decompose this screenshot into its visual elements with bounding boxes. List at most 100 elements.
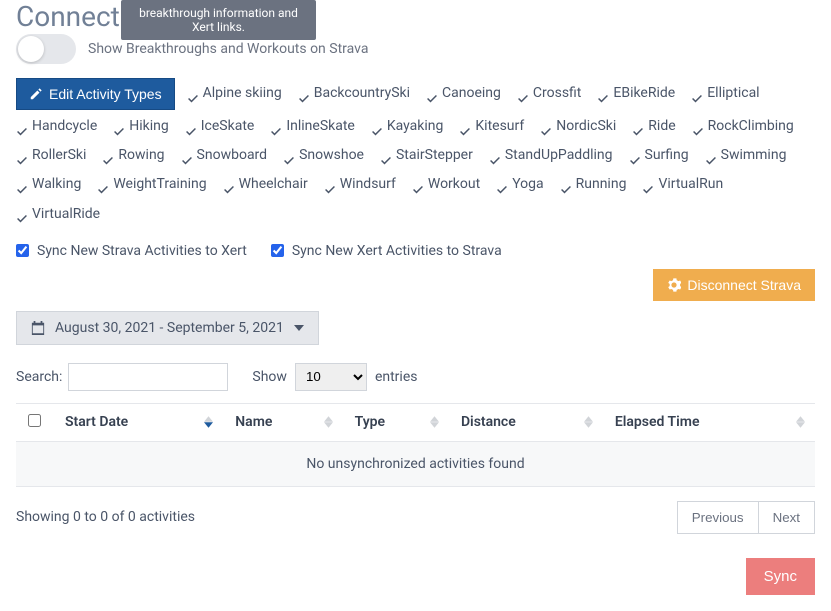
- activity-type-item: StandUpPaddling: [489, 143, 613, 168]
- check-icon: [187, 88, 199, 100]
- activity-type-item: Crossfit: [517, 81, 582, 106]
- entries-select[interactable]: 10: [295, 363, 367, 391]
- col-name[interactable]: Name: [223, 403, 342, 441]
- activity-type-item: Windsurf: [324, 172, 396, 197]
- activity-type-label: Alpine skiing: [203, 81, 282, 106]
- check-icon: [632, 121, 644, 133]
- activity-type-label: Walking: [32, 172, 81, 197]
- show-breakthroughs-toggle[interactable]: [16, 34, 76, 64]
- empty-state-text: No unsynchronized activities found: [16, 441, 815, 486]
- activity-type-label: NordicSki: [556, 114, 616, 139]
- activity-type-item: Elliptical: [691, 81, 759, 106]
- check-icon: [629, 150, 641, 162]
- check-icon: [412, 179, 424, 191]
- sort-icon: [324, 416, 333, 428]
- activity-type-label: EBikeRide: [613, 81, 675, 106]
- check-icon: [97, 179, 109, 191]
- sync-to-strava-checkbox[interactable]: [271, 244, 284, 257]
- activity-type-label: BackcountrySki: [314, 81, 410, 106]
- entries-suffix: entries: [375, 369, 418, 385]
- next-button[interactable]: Next: [759, 501, 815, 534]
- check-icon: [705, 150, 717, 162]
- empty-state-row: No unsynchronized activities found: [16, 441, 815, 486]
- sort-icon: [584, 416, 593, 428]
- activity-type-label: VirtualRide: [32, 202, 100, 227]
- edit-button-label: Edit Activity Types: [49, 86, 162, 102]
- activity-type-item: Handcycle: [16, 114, 97, 139]
- activity-type-item: Kitesurf: [459, 114, 524, 139]
- activity-type-label: Handcycle: [32, 114, 97, 139]
- activity-type-label: Surfing: [645, 143, 689, 168]
- activity-type-item: RollerSki: [16, 143, 86, 168]
- edit-icon: [29, 87, 43, 101]
- sync-to-xert-check[interactable]: Sync New Strava Activities to Xert: [16, 243, 247, 259]
- activity-type-item: Snowshoe: [283, 143, 364, 168]
- check-icon: [496, 179, 508, 191]
- check-icon: [426, 88, 438, 100]
- check-icon: [16, 121, 28, 133]
- activity-type-label: Kayaking: [387, 114, 444, 139]
- check-icon: [283, 150, 295, 162]
- activity-type-item: Kayaking: [371, 114, 444, 139]
- activity-type-label: Workout: [428, 172, 480, 197]
- activity-type-item: StairStepper: [380, 143, 473, 168]
- activity-type-item: Swimming: [705, 143, 787, 168]
- activity-type-item: Surfing: [629, 143, 689, 168]
- check-icon: [298, 88, 310, 100]
- check-icon: [459, 121, 471, 133]
- disconnect-strava-button[interactable]: Disconnect Strava: [653, 269, 815, 301]
- toggle-label: Show Breakthroughs and Workouts on Strav…: [88, 41, 368, 57]
- check-icon: [517, 88, 529, 100]
- activity-type-item: InlineSkate: [270, 114, 355, 139]
- activity-type-label: Running: [576, 172, 627, 197]
- check-icon: [181, 150, 193, 162]
- activity-type-label: StandUpPaddling: [505, 143, 613, 168]
- activity-type-item: Walking: [16, 172, 81, 197]
- check-icon: [692, 121, 704, 133]
- activity-type-label: Elliptical: [707, 81, 759, 106]
- sort-icon: [430, 416, 439, 428]
- col-distance[interactable]: Distance: [449, 403, 603, 441]
- activity-type-item: VirtualRide: [16, 202, 100, 227]
- activity-type-label: IceSkate: [201, 114, 255, 139]
- calendar-icon: [31, 321, 45, 335]
- sync-to-xert-label: Sync New Strava Activities to Xert: [37, 243, 247, 259]
- activity-type-label: Snowshoe: [299, 143, 364, 168]
- check-icon: [371, 121, 383, 133]
- activity-type-label: Rowing: [118, 143, 164, 168]
- activity-type-label: Ride: [648, 114, 675, 139]
- activity-type-item: NordicSki: [540, 114, 616, 139]
- activity-type-label: Kitesurf: [475, 114, 524, 139]
- date-range-text: August 30, 2021 - September 5, 2021: [55, 320, 284, 336]
- activity-type-item: Snowboard: [181, 143, 268, 168]
- check-icon: [642, 179, 654, 191]
- check-icon: [16, 150, 28, 162]
- activity-type-item: Canoeing: [426, 81, 501, 106]
- date-range-picker[interactable]: August 30, 2021 - September 5, 2021: [16, 311, 319, 345]
- sync-to-strava-check[interactable]: Sync New Xert Activities to Strava: [271, 243, 502, 259]
- activity-type-label: Yoga: [512, 172, 543, 197]
- activity-type-item: Rowing: [102, 143, 164, 168]
- activity-type-label: StairStepper: [396, 143, 473, 168]
- search-input[interactable]: [68, 363, 228, 391]
- activity-type-label: Wheelchair: [239, 172, 308, 197]
- sync-button[interactable]: Sync: [746, 558, 815, 595]
- activity-type-label: Hiking: [129, 114, 168, 139]
- col-type[interactable]: Type: [343, 403, 449, 441]
- activity-type-label: Swimming: [721, 143, 787, 168]
- check-icon: [540, 121, 552, 133]
- gear-icon: [667, 278, 681, 292]
- edit-activity-types-button[interactable]: Edit Activity Types: [16, 78, 175, 110]
- search-label: Search:: [16, 369, 62, 385]
- activity-type-item: Yoga: [496, 172, 543, 197]
- col-start-date[interactable]: Start Date: [53, 403, 223, 441]
- activity-type-item: Alpine skiing: [187, 81, 282, 106]
- activity-type-item: Ride: [632, 114, 675, 139]
- select-all-checkbox[interactable]: [28, 414, 41, 427]
- activity-type-label: VirtualRun: [658, 172, 723, 197]
- check-icon: [560, 179, 572, 191]
- col-elapsed-time[interactable]: Elapsed Time: [603, 403, 815, 441]
- activity-type-label: Windsurf: [340, 172, 396, 197]
- prev-button[interactable]: Previous: [677, 501, 759, 534]
- sync-to-xert-checkbox[interactable]: [16, 244, 29, 257]
